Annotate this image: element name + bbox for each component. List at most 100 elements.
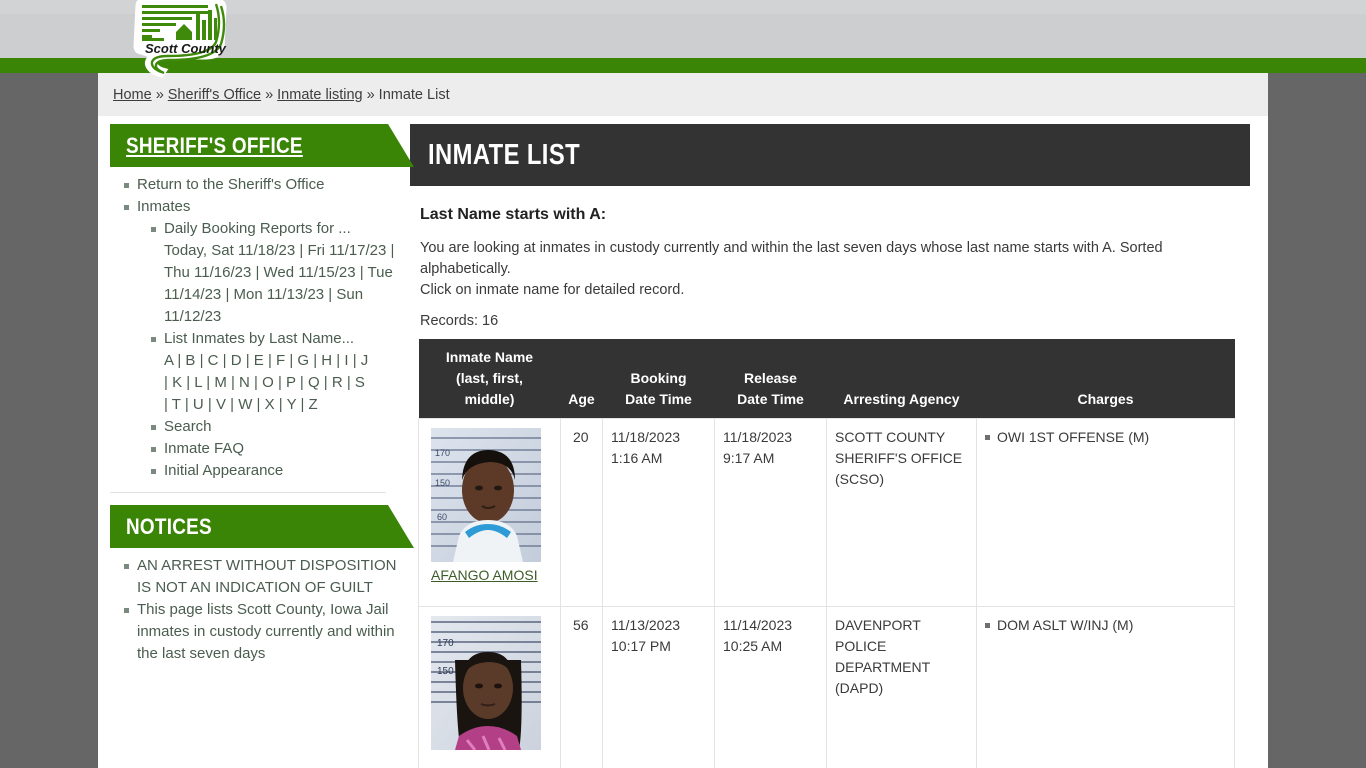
booking-time: 1:16 AM (611, 450, 663, 466)
cell-booking-date-time: 11/18/2023 1:16 AM (602, 418, 715, 607)
cell-inmate-name: 170 150 60 AFANGO AMOSI (418, 418, 561, 607)
sidebar-item-search[interactable]: Search (151, 416, 400, 438)
header-line: Inmate Name (445, 349, 534, 365)
release-time: 10:25 AM (723, 638, 783, 654)
page-title: INMATE LIST (428, 138, 581, 171)
notice-text: AN ARREST WITHOUT DISPOSITION IS NOT AN … (137, 557, 397, 596)
sidebar-section-title: SHERIFF'S OFFICE (126, 132, 303, 158)
page-body: SHERIFF'S OFFICE Return to the Sheriff's… (98, 116, 1268, 768)
header-line: (last, first, (456, 370, 523, 386)
sidebar-item-list-by-last-name[interactable]: List Inmates by Last Name... A | B | C |… (151, 328, 400, 416)
release-date: 11/18/2023 (723, 429, 793, 445)
sidebar-item-inmate-faq[interactable]: Inmate FAQ (151, 438, 400, 460)
alpha-links-line-1[interactable]: A | B | C | D | E | F | G | H | I | J (164, 350, 400, 372)
release-time: 9:17 AM (723, 450, 775, 466)
svg-text:150: 150 (437, 666, 454, 677)
cell-booking-date-time: 11/13/2023 10:17 PM (602, 606, 715, 768)
logo-wordmark: Scott County (145, 41, 227, 56)
table-row: 170 150 60 AFANGO AMOSI 20 11/18/2023 1:… (418, 418, 1235, 607)
column-header-booking-date-time: Booking Date Time (602, 339, 715, 419)
cell-inmate-name: 170 150 (418, 606, 561, 768)
column-header-arresting-agency: Arresting Agency (826, 339, 977, 419)
breadcrumb-separator: » (366, 86, 375, 103)
sidebar-item-label[interactable]: Initial Appearance (164, 462, 283, 479)
notice-item: AN ARREST WITHOUT DISPOSITION IS NOT AN … (124, 555, 400, 599)
intro-text-line-1: You are looking at inmates in custody cu… (420, 240, 1163, 277)
records-count: Records: 16 (420, 313, 499, 329)
booking-date: 11/13/2023 (611, 617, 681, 633)
cell-charges: DOM ASLT W/INJ (M) (976, 606, 1235, 768)
main-content: INMATE LIST Last Name starts with A: You… (410, 124, 1268, 768)
cell-arresting-agency: DAVENPORT POLICE DEPARTMENT (DAPD) (826, 606, 977, 768)
sidebar-item-return-to-sheriffs-office[interactable]: Return to the Sheriff's Office (124, 174, 400, 196)
notices-list: AN ARREST WITHOUT DISPOSITION IS NOT AN … (110, 555, 400, 665)
table-header-row: Inmate Name (last, first, middle) Age Bo… (418, 339, 1235, 419)
column-header-age: Age (560, 339, 603, 419)
sidebar-item-label[interactable]: Daily Booking Reports for ... (164, 220, 351, 237)
cell-arresting-agency: SCOTT COUNTY SHERIFF'S OFFICE (SCSO) (826, 418, 977, 607)
sidebar-item-daily-booking-reports[interactable]: Daily Booking Reports for ... Today, Sat… (151, 218, 400, 328)
cell-charges: OWI 1ST OFFENSE (M) (976, 418, 1235, 607)
notice-item: This page lists Scott County, Iowa Jail … (124, 599, 400, 665)
sidebar-nav: Return to the Sheriff's Office Inmates D… (110, 174, 400, 482)
sidebar-notices-title: NOTICES (126, 513, 212, 539)
header-line: Release (744, 370, 797, 386)
sidebar-section-header-sheriffs-office: SHERIFF'S OFFICE (110, 124, 414, 167)
sidebar: SHERIFF'S OFFICE Return to the Sheriff's… (98, 124, 414, 665)
inmate-table-head: Inmate Name (last, first, middle) Age Bo… (418, 339, 1235, 419)
inmate-name-link[interactable]: AFANGO AMOSI (431, 565, 538, 586)
booking-time: 10:17 PM (611, 638, 671, 654)
cell-release-date-time: 11/14/2023 10:25 AM (714, 606, 827, 768)
breadcrumb-separator: » (155, 86, 164, 103)
sidebar-subnav: Daily Booking Reports for ... Today, Sat… (137, 218, 400, 482)
daily-booking-dates[interactable]: Today, Sat 11/18/23 | Fri 11/17/23 | Thu… (164, 240, 400, 328)
header-line: middle) (464, 391, 515, 407)
sidebar-item-label[interactable]: Search (164, 418, 212, 435)
sidebar-item-inmates[interactable]: Inmates Daily Booking Reports for ... To… (124, 196, 400, 482)
cell-age: 20 (560, 418, 603, 607)
sidebar-item-initial-appearance[interactable]: Initial Appearance (151, 460, 400, 482)
inmate-mugshot[interactable]: 170 150 (431, 616, 541, 750)
inmate-table-body: 170 150 60 AFANGO AMOSI 20 11/18/2023 1:… (418, 418, 1235, 768)
intro-text-line-2: Click on inmate name for detailed record… (420, 282, 685, 298)
charge-list: OWI 1ST OFFENSE (M) (985, 427, 1226, 448)
cell-age: 56 (560, 606, 603, 768)
breadcrumb-item-home[interactable]: Home (113, 87, 152, 103)
notice-text: This page lists Scott County, Iowa Jail … (137, 601, 395, 662)
browser-viewport: Scott County Home » Sheriff's Office » I… (0, 0, 1366, 768)
column-header-release-date-time: Release Date Time (714, 339, 827, 419)
charge-item: OWI 1ST OFFENSE (M) (985, 427, 1226, 448)
svg-text:150: 150 (435, 478, 450, 488)
charge-list: DOM ASLT W/INJ (M) (985, 615, 1226, 636)
header-line: Date Time (625, 391, 692, 407)
column-header-inmate-name: Inmate Name (last, first, middle) (418, 339, 561, 419)
header-line: Date Time (737, 391, 804, 407)
sub-heading: Last Name starts with A: (420, 206, 607, 223)
booking-date: 11/18/2023 (611, 429, 681, 445)
sidebar-item-label[interactable]: Return to the Sheriff's Office (137, 176, 324, 193)
inmate-mugshot[interactable]: 170 150 60 (431, 428, 541, 562)
breadcrumb-item-current: Inmate List (378, 86, 450, 103)
column-header-charges: Charges (976, 339, 1235, 419)
page-title-bar: INMATE LIST (410, 124, 1250, 186)
cell-release-date-time: 11/18/2023 9:17 AM (714, 418, 827, 607)
breadcrumb-item-inmate-listing[interactable]: Inmate listing (277, 87, 362, 103)
sidebar-item-label[interactable]: Inmate FAQ (164, 440, 244, 457)
sidebar-section-header-notices: NOTICES (110, 505, 414, 548)
page-container: Home » Sheriff's Office » Inmate listing… (98, 73, 1268, 768)
scott-county-logo[interactable]: Scott County (128, 0, 232, 78)
table-row: 170 150 56 11/13/2023 10:17 PM 11/14/202… (418, 606, 1235, 768)
breadcrumb-separator: » (265, 86, 274, 103)
sidebar-item-label[interactable]: Inmates (137, 198, 190, 215)
breadcrumb-item-sheriffs-office[interactable]: Sheriff's Office (168, 87, 261, 103)
header-line: Booking (630, 370, 687, 386)
charge-item: DOM ASLT W/INJ (M) (985, 615, 1226, 636)
release-date: 11/14/2023 (723, 617, 793, 633)
svg-text:170: 170 (435, 448, 450, 458)
sidebar-item-label[interactable]: List Inmates by Last Name... (164, 330, 354, 347)
alpha-links-line-3[interactable]: | T | U | V | W | X | Y | Z (164, 394, 400, 416)
inmate-table: Inmate Name (last, first, middle) Age Bo… (418, 339, 1235, 768)
svg-text:170: 170 (437, 638, 454, 649)
alpha-links-line-2[interactable]: | K | L | M | N | O | P | Q | R | S (164, 372, 400, 394)
breadcrumb: Home » Sheriff's Office » Inmate listing… (98, 73, 1268, 116)
